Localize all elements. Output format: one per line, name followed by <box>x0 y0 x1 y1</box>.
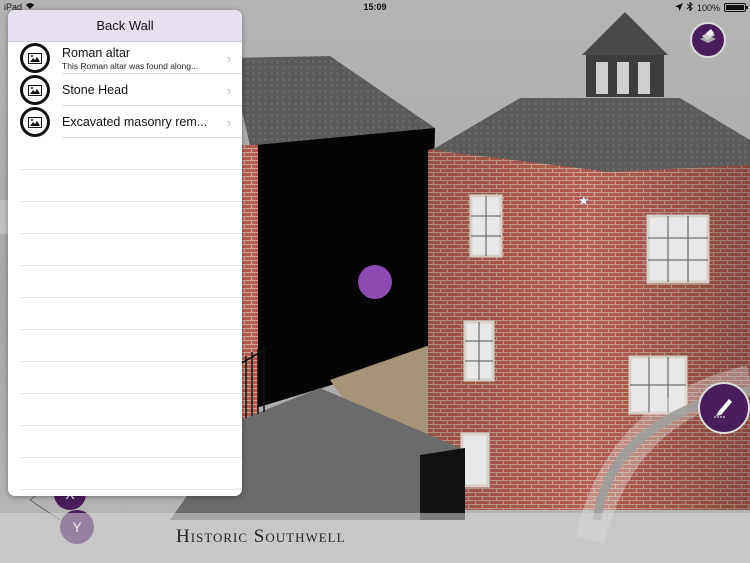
empty-row <box>20 458 242 490</box>
list-item[interactable]: Excavated masonry rem... › <box>8 106 242 138</box>
hotspot-pin[interactable] <box>358 265 392 299</box>
empty-row <box>20 170 242 202</box>
layers-icon <box>698 28 718 52</box>
list-item-text: Stone Head <box>62 83 220 97</box>
chevron-right-icon: › <box>226 82 232 98</box>
bottom-banner: Historic Southwell <box>0 513 750 563</box>
empty-row <box>20 394 242 426</box>
empty-row <box>20 362 242 394</box>
list-item-title: Excavated masonry rem... <box>62 115 208 129</box>
battery-percent: 100% <box>696 2 720 13</box>
layers-button[interactable] <box>690 22 726 58</box>
empty-row <box>20 234 242 266</box>
hotspot-popover: Back Wall Roman altar This Roman altar w… <box>8 10 242 496</box>
battery-icon <box>724 3 748 12</box>
popover-title: Back Wall <box>8 10 242 42</box>
list-item[interactable]: Stone Head › <box>8 74 242 106</box>
list-item-subtitle: This Roman altar was found along... <box>62 60 199 71</box>
list-item-title: Stone Head <box>62 83 129 97</box>
app-title: Historic Southwell <box>176 526 346 547</box>
star-marker-icon[interactable]: ★ <box>578 193 590 209</box>
chevron-right-icon: › <box>226 50 232 66</box>
empty-row <box>20 266 242 298</box>
pencil-icon <box>712 394 736 423</box>
list-item-text: Roman altar This Roman altar was found a… <box>62 46 220 71</box>
edit-button[interactable] <box>698 382 750 434</box>
list-item[interactable]: Roman altar This Roman altar was found a… <box>8 42 242 74</box>
image-icon <box>20 75 50 105</box>
image-icon <box>20 107 50 137</box>
empty-row <box>20 426 242 458</box>
empty-row <box>20 330 242 362</box>
item-list: Roman altar This Roman altar was found a… <box>8 42 242 490</box>
status-right: 100% <box>674 1 748 13</box>
list-item-text: Excavated masonry rem... <box>62 115 220 129</box>
bluetooth-icon <box>686 1 693 13</box>
list-item-title: Roman altar <box>62 45 131 60</box>
battery-fill <box>726 5 744 10</box>
empty-row <box>20 138 242 170</box>
empty-row <box>20 298 242 330</box>
chevron-right-icon: › <box>226 114 232 130</box>
empty-row <box>20 202 242 234</box>
location-icon <box>674 2 683 13</box>
image-icon <box>20 43 50 73</box>
